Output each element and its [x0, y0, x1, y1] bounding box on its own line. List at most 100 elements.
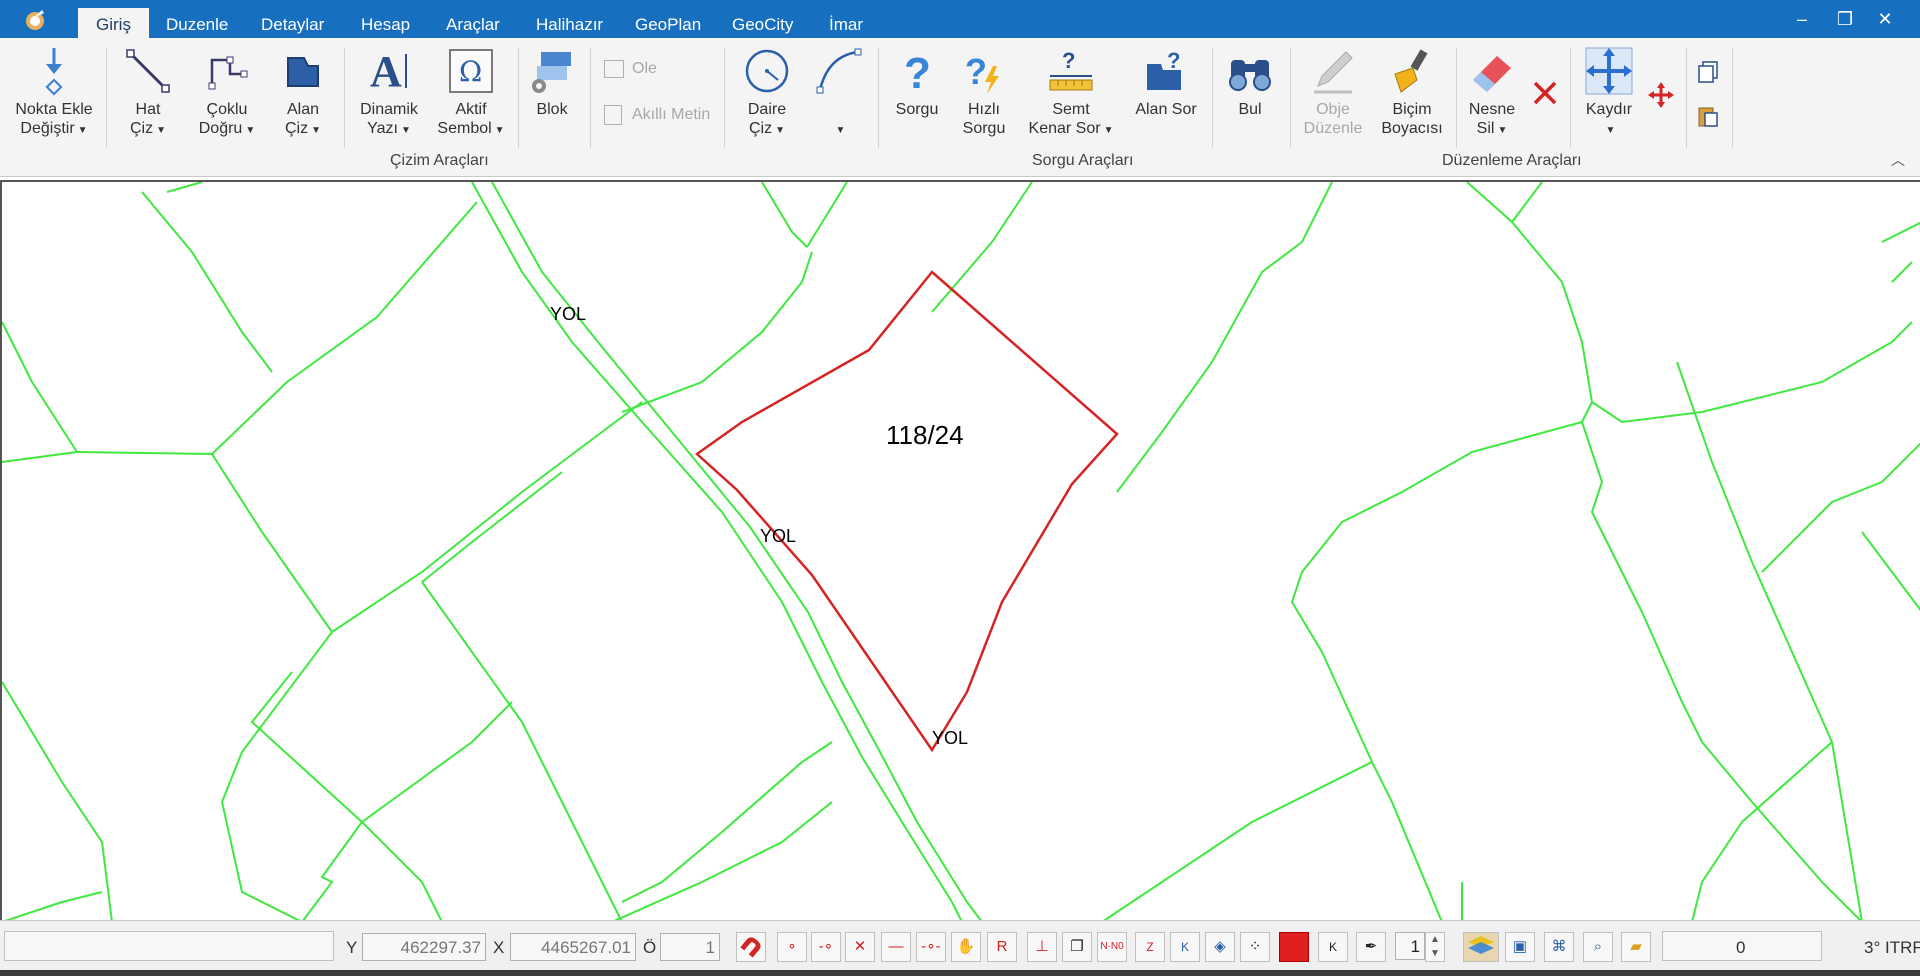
text-a-icon[interactable]: ◈ [1205, 932, 1235, 962]
tab-detaylar[interactable]: Detaylar [243, 8, 342, 38]
title-bar: Giriş Duzenle Detaylar Hesap Araçlar Hal… [0, 0, 1920, 38]
ribbon-separator [1290, 48, 1291, 148]
alan-sor-button[interactable]: ? Alan Sor [1128, 46, 1204, 119]
tab-araclar[interactable]: Araçlar [428, 8, 518, 38]
spinner-icon[interactable]: ▲ ▼ [1425, 932, 1445, 962]
tab-halihazir[interactable]: Halihazır [518, 8, 621, 38]
hizli-label: Hızlı [968, 101, 1000, 118]
dropdown-arrow-icon: ▼ [156, 125, 166, 136]
kaydir-button[interactable]: Kaydır ▼ [1578, 46, 1640, 140]
magnet-snap-icon[interactable] [736, 932, 766, 962]
open-folder-icon[interactable]: ▰ [1621, 932, 1651, 962]
minimize-button[interactable]: – [1782, 6, 1822, 32]
daire-ciz-button[interactable]: Daire Çiz ▼ [734, 46, 800, 140]
group-label-duzenleme: Düzenleme Araçları [1442, 152, 1582, 169]
aktif-sembol-button[interactable]: Ω Aktif Sembol ▼ [434, 46, 508, 140]
eraser-icon [1462, 46, 1522, 96]
layers-icon[interactable] [1463, 932, 1499, 962]
status-bar: Y 462297.37 X 4465267.01 Ö 1 ∘ -∘ ✕ — -∘… [0, 920, 1920, 976]
network-icon[interactable]: ⌘ [1544, 932, 1574, 962]
point-no-icon[interactable]: N·N0 [1097, 932, 1127, 962]
snap-midpoint-icon[interactable]: -∘ [811, 932, 841, 962]
o-field[interactable]: 1 [660, 933, 720, 961]
snap-r-button[interactable]: R [987, 932, 1017, 962]
image-icon[interactable]: ▣ [1505, 932, 1535, 962]
y-coord-field[interactable]: 462297.37 [362, 933, 486, 961]
coklu-label: Çoklu [206, 101, 248, 118]
o-label: Ö [643, 938, 657, 957]
tab-geoplan[interactable]: GeoPlan [617, 8, 719, 38]
move-icon [1578, 46, 1640, 96]
nokta-ekle-label: Nokta Ekle [15, 101, 93, 118]
perpendicular-icon[interactable]: ⊥ [1027, 932, 1057, 962]
arc-button[interactable]: ▼ [808, 46, 870, 140]
dropdown-arrow-icon: ▼ [400, 125, 411, 136]
paste-icon[interactable] [1696, 104, 1720, 128]
x-coord-field[interactable]: 4465267.01 [510, 933, 636, 961]
nesne-sil-button[interactable]: Nesne Sil ▼ [1462, 46, 1522, 140]
nokta-ekle-degistir-button[interactable]: Nokta Ekle Değiştir ▼ [10, 46, 98, 140]
snap-intersection-icon[interactable]: ✕ [845, 932, 875, 962]
semt-label: Semt [1052, 101, 1090, 118]
k-coord-icon[interactable]: K [1170, 932, 1200, 962]
daire-label: Daire [747, 101, 787, 118]
akilli-metin-button[interactable]: Akıllı Metin [604, 105, 710, 125]
k-box-icon[interactable]: K [1318, 932, 1348, 962]
ribbon-separator [344, 48, 345, 148]
app-logo-icon[interactable] [22, 7, 48, 33]
ole-label: Ole [632, 60, 657, 78]
bicim-boyacisi-button[interactable]: Biçim Boyacısı [1376, 46, 1448, 138]
snap-line-icon[interactable]: — [881, 932, 911, 962]
tab-hesap[interactable]: Hesap [343, 8, 428, 38]
ribbon-separator [106, 48, 107, 148]
grid-points-icon[interactable]: ⁘ [1240, 932, 1270, 962]
z-coord-icon[interactable]: Z [1135, 932, 1165, 962]
window-bottom-edge [0, 970, 1920, 976]
line-icon [118, 46, 178, 96]
format-painter-icon [1376, 46, 1448, 96]
tab-duzenle[interactable]: Duzenle [148, 8, 246, 38]
obje-duzenle-button[interactable]: Obje Düzenle [1298, 46, 1368, 138]
layer-count-field[interactable]: 1 [1395, 932, 1425, 960]
collapse-ribbon-icon[interactable]: ︿ [1888, 150, 1908, 170]
binoculars-icon [1222, 46, 1278, 96]
tab-giris[interactable]: Giriş [78, 8, 149, 38]
ole-button[interactable]: Ole [604, 60, 657, 78]
sorgu-label: Sorgu [895, 101, 939, 118]
pan-hand-icon[interactable]: ✋ [951, 932, 981, 962]
blok-button[interactable]: Blok [526, 46, 578, 119]
window-select-icon[interactable]: ❐ [1062, 932, 1092, 962]
sorgu-button[interactable]: ? Sorgu [888, 46, 946, 119]
road-label-2: YOL [760, 526, 797, 546]
zoom-preview-icon[interactable]: ⌕ [1583, 932, 1613, 962]
dropdown-arrow-icon: ▼ [1605, 125, 1616, 136]
close-button[interactable]: ✕ [1865, 6, 1905, 32]
color-swatch[interactable] [1279, 932, 1309, 962]
bul-button[interactable]: Bul [1222, 46, 1278, 119]
crs-label[interactable]: 3° ITRF [1864, 938, 1920, 958]
delete-icon[interactable] [1530, 78, 1560, 108]
dropdown-arrow-icon: ▼ [77, 125, 88, 136]
tab-imar[interactable]: İmar [811, 8, 881, 38]
hizli-sorgu-button[interactable]: ? Hızlı Sorgu [954, 46, 1014, 138]
tab-geocity[interactable]: GeoCity [714, 8, 811, 38]
semt-kenar-sor-button[interactable]: ? Semt Kenar Sor ▼ [1022, 46, 1120, 140]
parcel-label[interactable]: 118/24 [886, 420, 964, 451]
dogru-label: Doğru [198, 120, 243, 137]
copy-icon[interactable] [1696, 60, 1720, 84]
snap-endpoint-icon[interactable]: ∘ [777, 932, 807, 962]
hat-ciz-button[interactable]: Hat Çiz ▼ [118, 46, 178, 140]
coklu-dogru-button[interactable]: Çoklu Doğru ▼ [190, 46, 264, 140]
dropdown-arrow-icon: ▼ [245, 125, 256, 136]
yazi-label: Yazı [367, 120, 398, 137]
snap-center-icon[interactable]: -∘- [916, 932, 946, 962]
dinamik-yazi-button[interactable]: A Dinamik Yazı ▼ [352, 46, 426, 140]
map-canvas[interactable]: YOL YOL YOL 118/24 [0, 180, 1920, 920]
restore-button[interactable]: ❐ [1825, 6, 1865, 32]
pen-icon[interactable]: ✒ [1356, 932, 1386, 962]
pencil-icon [1298, 46, 1368, 96]
arc-icon [808, 46, 870, 96]
move-small-icon[interactable] [1648, 82, 1674, 108]
polyline-icon [190, 46, 264, 96]
alan-ciz-button[interactable]: Alan Çiz ▼ [272, 46, 334, 140]
